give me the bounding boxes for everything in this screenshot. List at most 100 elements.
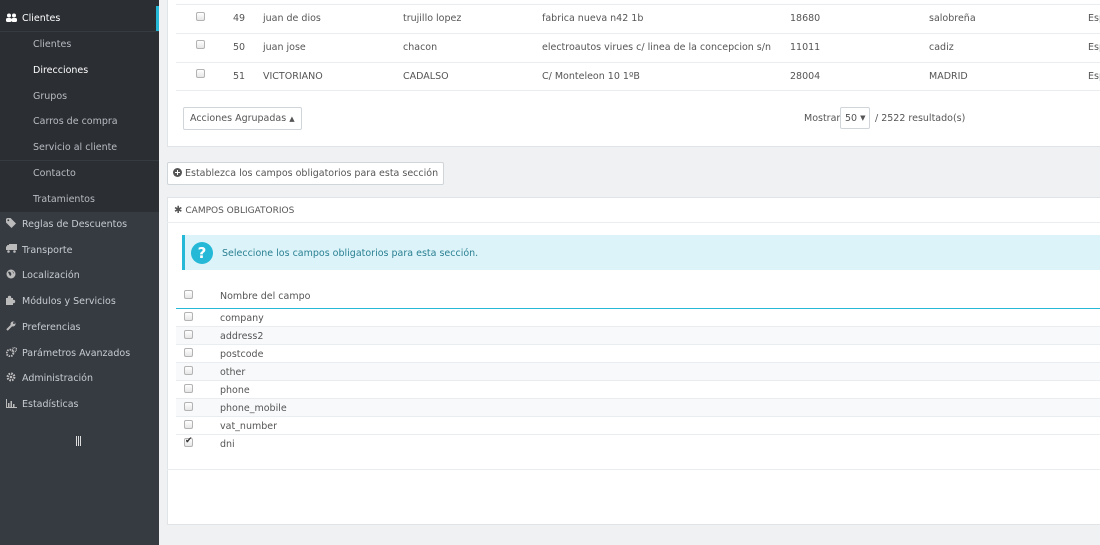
users-icon <box>0 13 22 25</box>
field-checkbox[interactable] <box>184 312 193 321</box>
sidebar-subitem-clientes[interactable]: Clientes <box>0 32 159 58</box>
table-row-divider <box>176 33 1100 34</box>
field-checkbox[interactable] <box>184 436 193 447</box>
row-first-name: VICTORIANO <box>263 71 323 82</box>
row-country: Esp <box>1088 13 1100 24</box>
plus-circle-icon <box>173 167 182 180</box>
bar-chart-icon <box>0 398 22 411</box>
info-alert-text: Seleccione los campos obligatorios para … <box>222 248 479 259</box>
field-row: dni <box>176 435 1100 453</box>
select-all-checkbox[interactable] <box>184 290 193 299</box>
row-checkbox[interactable] <box>196 69 205 78</box>
row-id: 50 <box>233 42 246 53</box>
field-row: phone_mobile <box>176 399 1100 417</box>
field-checkbox[interactable] <box>184 384 193 393</box>
row-city: MADRID <box>929 71 968 82</box>
field-name-column-header: Nombre del campo <box>220 291 311 302</box>
row-last-name: chacon <box>403 42 438 53</box>
sidebar-item-label: Localización <box>22 270 80 281</box>
bulk-actions-button[interactable]: Acciones Agrupadas ▲ <box>183 107 302 130</box>
row-country: Esp <box>1088 71 1100 82</box>
pagination-show-label: Mostrar <box>804 113 841 124</box>
sidebar-collapse-toggle[interactable] <box>76 436 82 446</box>
globe-icon <box>0 269 22 282</box>
sidebar-subitem-tratamientos[interactable]: Tratamientos <box>0 186 159 212</box>
sidebar-subitem-label: Tratamientos <box>33 193 95 205</box>
field-row: phone <box>176 381 1100 399</box>
per-page-value: 50 <box>845 112 858 124</box>
panel-heading: ✱ CAMPOS OBLIGATORIOS <box>174 205 294 216</box>
field-row: postcode <box>176 345 1100 363</box>
row-first-name: juan jose <box>263 42 306 53</box>
sidebar: Clientes Clientes Direcciones Grupos Car… <box>0 0 159 545</box>
row-city: salobreña <box>929 13 976 24</box>
bulk-actions-label: Acciones Agrupadas <box>190 113 287 124</box>
sidebar-subitem-label: Grupos <box>33 90 68 102</box>
sidebar-item-modulos-y-servicios[interactable]: Módulos y Servicios <box>0 289 159 315</box>
gear-icon <box>0 372 22 385</box>
sidebar-item-estadisticas[interactable]: Estadísticas <box>0 392 159 418</box>
sidebar-item-localizacion[interactable]: Localización <box>0 263 159 289</box>
field-checkbox[interactable] <box>184 402 193 411</box>
field-row: vat_number <box>176 417 1100 435</box>
field-name: other <box>220 367 246 378</box>
field-name: phone <box>220 385 250 396</box>
field-checkbox[interactable] <box>184 420 193 429</box>
table-row-divider <box>176 90 1100 91</box>
sidebar-item-label: Estadísticas <box>22 399 79 410</box>
field-checkbox[interactable] <box>184 366 193 375</box>
field-name: dni <box>220 439 235 450</box>
sidebar-subitem-servicio-al-cliente[interactable]: Servicio al cliente <box>0 134 159 161</box>
row-id: 51 <box>233 71 246 82</box>
field-name: phone_mobile <box>220 403 287 414</box>
table-row-divider <box>176 4 1100 5</box>
row-checkbox[interactable] <box>196 12 205 21</box>
set-required-fields-button[interactable]: Establezca los campos obligatorios para … <box>167 162 445 185</box>
set-required-fields-label: Establezca los campos obligatorios para … <box>185 168 439 179</box>
row-last-name: trujillo lopez <box>403 13 462 24</box>
field-row: address2 <box>176 327 1100 345</box>
sidebar-subitem-label: Servicio al cliente <box>33 142 118 154</box>
per-page-dropdown[interactable]: 50 ▼ <box>840 107 871 129</box>
wrench-icon <box>0 321 22 334</box>
sidebar-item-transporte[interactable]: Transporte <box>0 237 159 263</box>
sidebar-subitem-contacto[interactable]: Contacto <box>0 160 159 187</box>
caret-up-icon: ▲ <box>289 114 295 123</box>
row-postcode: 11011 <box>790 42 821 53</box>
field-name: postcode <box>220 349 264 360</box>
row-address: fabrica nueva n42 1b <box>542 13 644 24</box>
field-checkbox[interactable] <box>184 330 193 339</box>
row-city: cadiz <box>929 42 954 53</box>
sidebar-item-label: Clientes <box>22 13 61 24</box>
sidebar-subitem-grupos[interactable]: Grupos <box>0 83 159 110</box>
row-postcode: 28004 <box>790 71 821 82</box>
sidebar-subitem-label: Direcciones <box>33 65 89 77</box>
row-last-name: CADALSO <box>403 71 449 82</box>
sidebar-subitem-direcciones[interactable]: Direcciones <box>0 57 159 84</box>
row-country: Esp <box>1088 42 1100 53</box>
sidebar-subitem-label: Contacto <box>33 167 76 179</box>
sidebar-item-label: Módulos y Servicios <box>22 296 116 307</box>
sidebar-item-reglas-de-descuentos[interactable]: Reglas de Descuentos <box>0 211 159 237</box>
truck-icon <box>0 244 22 256</box>
sidebar-subitem-label: Carros de compra <box>33 116 118 128</box>
sidebar-item-preferencias[interactable]: Preferencias <box>0 314 159 340</box>
sidebar-item-clientes[interactable]: Clientes <box>0 6 159 31</box>
row-postcode: 18680 <box>790 13 821 24</box>
panel-heading-divider <box>167 222 1100 223</box>
panel-footer-divider <box>167 469 1100 470</box>
row-checkbox[interactable] <box>196 40 205 49</box>
sidebar-item-label: Administración <box>22 373 94 384</box>
row-id: 49 <box>233 13 246 24</box>
field-row: other <box>176 363 1100 381</box>
sidebar-subitem-carros-de-compra[interactable]: Carros de compra <box>0 109 159 135</box>
field-name: company <box>220 313 264 324</box>
row-first-name: juan de dios <box>263 13 321 24</box>
sidebar-item-administracion[interactable]: Administración <box>0 366 159 392</box>
sidebar-item-parametros-avanzados[interactable]: Parámetros Avanzados <box>0 340 159 366</box>
field-name: address2 <box>220 331 264 342</box>
field-checkbox[interactable] <box>184 348 193 357</box>
puzzle-icon <box>0 295 22 308</box>
row-address: electroautos virues c/ linea de la conce… <box>542 42 771 53</box>
sidebar-item-label: Reglas de Descuentos <box>22 218 128 230</box>
